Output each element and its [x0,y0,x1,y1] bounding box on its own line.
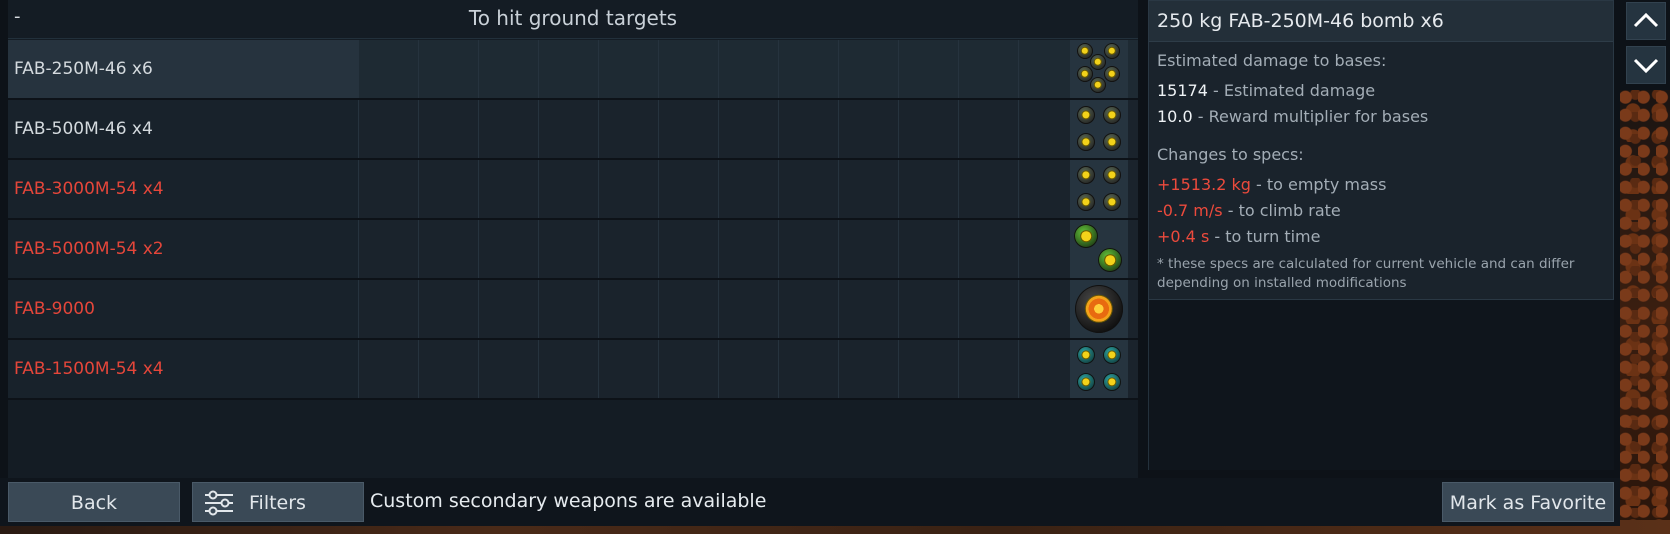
weapon-slot[interactable] [1070,280,1128,338]
change-label: - to turn time [1209,227,1321,246]
scroll-up-button[interactable] [1626,2,1666,40]
chevron-down-icon [1633,58,1659,74]
change-label: - to climb rate [1222,201,1341,220]
info-empty-area [1148,300,1614,470]
bomb-icon [1103,373,1121,391]
damage-line: 15174 - Estimated damage [1157,81,1375,100]
damage-label: - Estimated damage [1207,81,1376,100]
weapon-info-panel: 250 kg FAB-250M-46 bomb x6 Estimated dam… [1148,0,1614,300]
bomb-icon [1098,248,1122,272]
chevron-up-icon [1633,12,1659,28]
slot-grid [358,280,1138,338]
specs-note: * these specs are calculated for current… [1157,256,1575,291]
change-line: -0.7 m/s - to climb rate [1157,201,1341,220]
slot-grid [358,100,1138,158]
bomb-icon [1090,77,1106,93]
bomb-icon [1077,193,1095,211]
mark-favorite-button[interactable]: Mark as Favorite [1442,482,1614,522]
reward-label: - Reward multiplier for bases [1192,107,1429,126]
weapon-slot[interactable] [1070,40,1128,98]
damage-value: 15174 [1157,81,1208,100]
status-text: Custom secondary weapons are available [370,490,767,512]
weapon-name: FAB-250M-46 x6 [8,40,358,98]
bomb-icon [1077,346,1095,364]
filters-label: Filters [249,492,306,514]
bomb-icon [1077,166,1095,184]
bomb-icon [1103,346,1121,364]
weapon-name: FAB-3000M-54 x4 [8,160,358,218]
changes-heading: Changes to specs: [1157,145,1304,164]
weapon-slot[interactable] [1070,340,1128,398]
bomb-icon [1074,224,1098,248]
change-value: +1513.2 kg [1157,175,1251,194]
weapon-slot[interactable] [1070,160,1128,218]
table-row[interactable]: FAB-1500M-54 x4 [8,340,1138,400]
slot-grid [358,220,1138,278]
table-header: - To hit ground targets [8,0,1138,39]
slot-grid [358,40,1138,98]
table-title: To hit ground targets [468,6,678,30]
weapon-slot[interactable] [1070,220,1128,278]
filters-button[interactable]: Filters [192,482,364,522]
weapon-name: FAB-1500M-54 x4 [8,340,358,398]
table-row[interactable]: FAB-9000 [8,280,1138,340]
reward-line: 10.0 - Reward multiplier for bases [1157,107,1428,126]
background-decoration [1620,90,1670,534]
change-label: - to empty mass [1250,175,1387,194]
table-row[interactable]: FAB-250M-46 x6 [8,40,1138,100]
change-line: +1513.2 kg - to empty mass [1157,175,1386,194]
table-row[interactable]: FAB-3000M-54 x4 [8,160,1138,220]
bomb-icon [1104,66,1120,82]
bomb-icon [1090,54,1106,70]
weapon-name: FAB-9000 [8,280,358,338]
slot-grid [358,160,1138,218]
damage-heading: Estimated damage to bases: [1157,51,1387,70]
table-row[interactable]: FAB-5000M-54 x2 [8,220,1138,280]
bomb-icon [1075,285,1123,333]
bomb-icon [1103,106,1121,124]
bomb-icon [1103,133,1121,151]
info-title: 250 kg FAB-250M-46 bomb x6 [1149,1,1613,42]
weapon-name: FAB-500M-46 x4 [8,100,358,158]
change-line: +0.4 s - to turn time [1157,227,1320,246]
change-value: +0.4 s [1157,227,1210,246]
table-row[interactable]: FAB-500M-46 x4 [8,100,1138,160]
bomb-icon [1104,43,1120,59]
weapon-name: FAB-5000M-54 x2 [8,220,358,278]
filter-sliders-icon [205,490,233,516]
scroll-down-button[interactable] [1626,46,1666,84]
bomb-icon [1103,166,1121,184]
slot-grid [358,340,1138,398]
reward-value: 10.0 [1157,107,1193,126]
bomb-icon [1077,133,1095,151]
change-value: -0.7 m/s [1157,201,1223,220]
back-button[interactable]: Back [8,482,180,522]
bomb-icon [1103,193,1121,211]
bomb-icon [1077,373,1095,391]
bomb-icon [1077,106,1095,124]
weapon-slot[interactable] [1070,100,1128,158]
weapons-table: - To hit ground targets FAB-250M-46 x6 F… [8,0,1138,478]
